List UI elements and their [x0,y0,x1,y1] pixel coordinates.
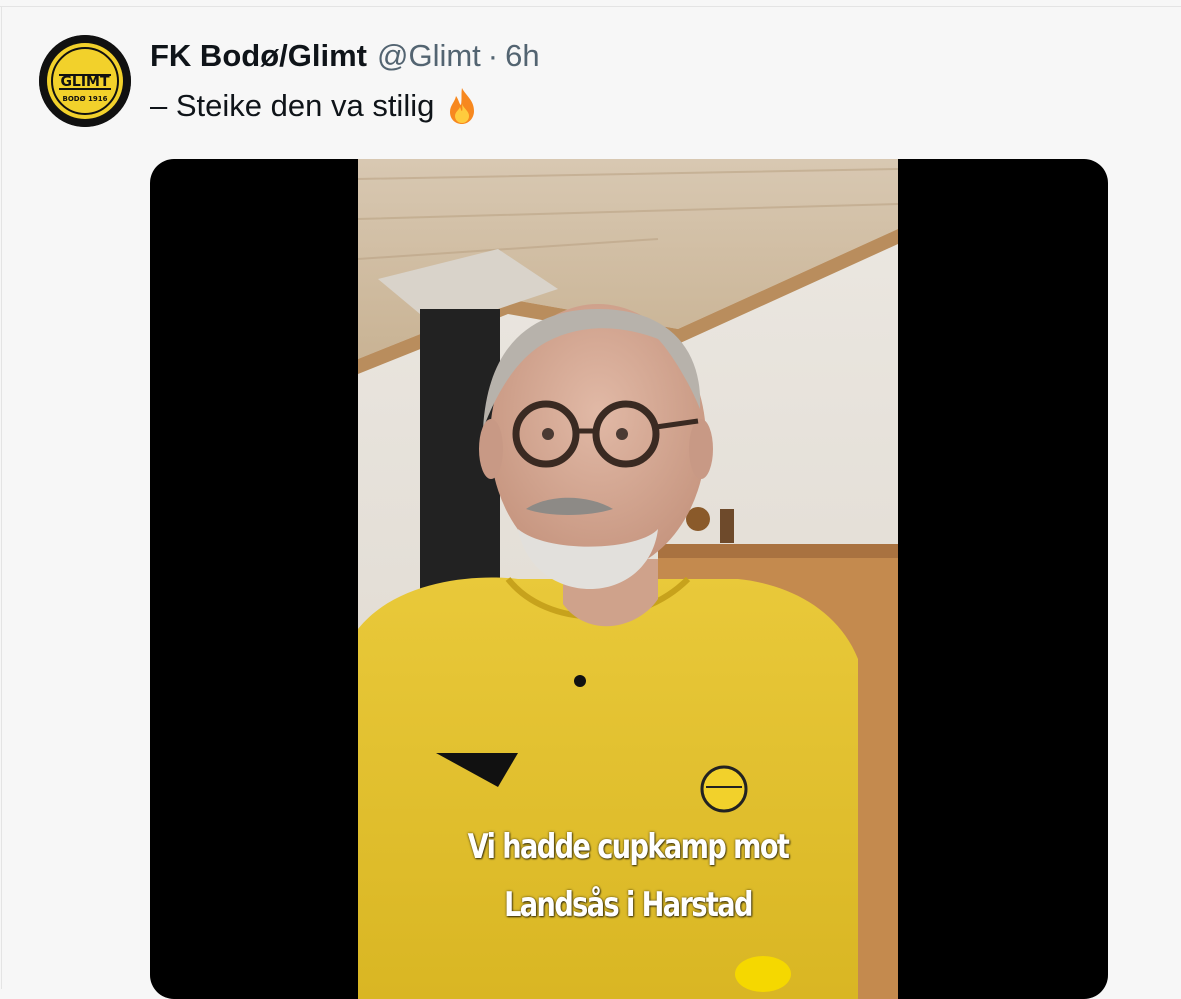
tweet-text: – Steike den va stilig [150,86,482,126]
tweet-header: FK Bodø/Glimt @Glimt · 6h [150,38,540,78]
club-logo-icon: GLIMT BODØ 1916 [39,35,131,127]
fire-icon [442,86,482,126]
logo-text-top: GLIMT [60,74,110,90]
tweet-card[interactable]: GLIMT BODØ 1916 FK Bodø/Glimt @Glimt · 6… [0,0,1181,999]
logo-text-bottom: BODØ 1916 [63,95,108,103]
timestamp[interactable]: 6h [505,38,539,74]
video-caption-line2: Landsås i Harstad [504,885,753,925]
display-name[interactable]: FK Bodø/Glimt [150,38,367,74]
video-still-image [358,159,898,999]
user-handle[interactable]: @Glimt [377,38,481,74]
tweet-text-content: – Steike den va stilig [150,88,435,123]
separator: · [487,38,499,73]
video-frame: Vi hadde cupkamp mot Landsås i Harstad [358,159,898,999]
video-player[interactable]: Vi hadde cupkamp mot Landsås i Harstad [150,159,1108,999]
video-caption-line1: Vi hadde cupkamp mot [467,827,790,867]
avatar[interactable]: GLIMT BODØ 1916 [39,35,131,127]
